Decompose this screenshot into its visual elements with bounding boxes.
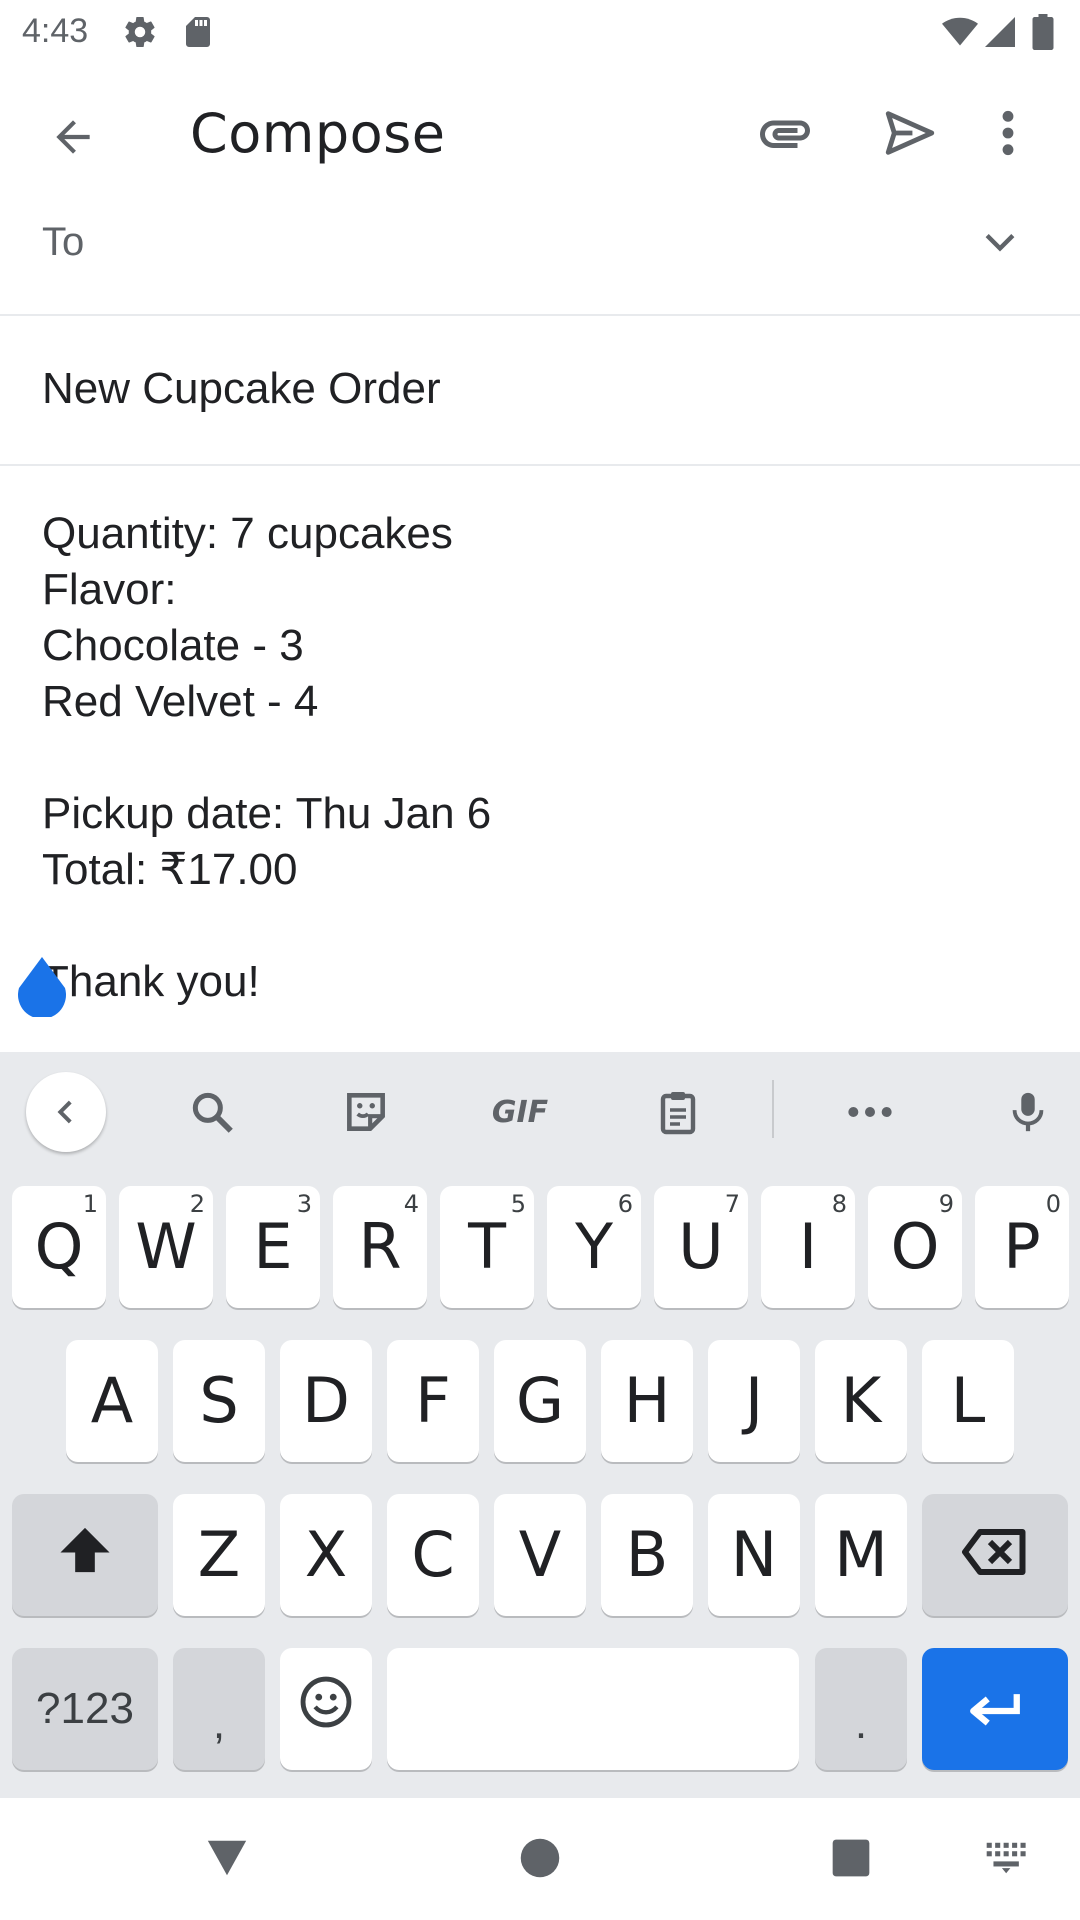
chevron-down-icon[interactable] xyxy=(978,220,1034,266)
subject-value: New Cupcake Order xyxy=(42,364,441,413)
emoji-key[interactable] xyxy=(280,1648,372,1770)
wifi-icon xyxy=(940,14,980,50)
to-label: To xyxy=(42,220,85,264)
body-line: Pickup date: Thu Jan 6 xyxy=(42,789,492,838)
key-q[interactable]: 1Q xyxy=(12,1186,106,1308)
to-field[interactable]: To xyxy=(0,200,1080,316)
mic-icon[interactable] xyxy=(988,1074,1068,1150)
clipboard-icon[interactable] xyxy=(638,1074,718,1150)
subject-field[interactable]: New Cupcake Order xyxy=(0,318,1080,466)
space-key[interactable] xyxy=(387,1648,799,1770)
status-bar: 4:43 xyxy=(0,0,1080,64)
back-triangle-icon[interactable] xyxy=(192,1828,262,1888)
emoji-icon xyxy=(297,1673,355,1746)
key-n[interactable]: N xyxy=(708,1494,800,1616)
sticker-icon[interactable] xyxy=(326,1074,406,1150)
status-time: 4:43 xyxy=(22,12,89,50)
key-a[interactable]: A xyxy=(66,1340,158,1462)
backspace-icon xyxy=(960,1519,1030,1592)
symbols-key[interactable]: ?123 xyxy=(12,1648,158,1770)
key-p[interactable]: 0P xyxy=(975,1186,1069,1308)
body-line xyxy=(42,730,1042,786)
key-x[interactable]: X xyxy=(280,1494,372,1616)
key-o[interactable]: 9O xyxy=(868,1186,962,1308)
key-c[interactable]: C xyxy=(387,1494,479,1616)
body-line: Red Velvet - 4 xyxy=(42,677,319,726)
back-chevron-icon[interactable] xyxy=(26,1072,106,1152)
key-i[interactable]: 8I xyxy=(761,1186,855,1308)
battery-icon xyxy=(1030,14,1060,50)
key-m[interactable]: M xyxy=(815,1494,907,1616)
key-t[interactable]: 5T xyxy=(440,1186,534,1308)
more-vert-icon[interactable] xyxy=(978,88,1038,178)
key-b[interactable]: B xyxy=(601,1494,693,1616)
keyboard-switch-icon[interactable] xyxy=(972,1828,1042,1888)
key-h[interactable]: H xyxy=(601,1340,693,1462)
body-line: Total: ₹17.00 xyxy=(42,845,298,894)
enter-key[interactable] xyxy=(922,1648,1068,1770)
search-icon[interactable] xyxy=(172,1074,252,1150)
backspace-key[interactable] xyxy=(922,1494,1068,1616)
signal-icon xyxy=(982,14,1022,50)
send-icon[interactable] xyxy=(865,88,955,178)
home-circle-icon[interactable] xyxy=(505,1828,575,1888)
key-g[interactable]: G xyxy=(494,1340,586,1462)
toolbar-divider xyxy=(772,1080,774,1138)
body-line xyxy=(42,898,1042,954)
period-key[interactable]: . xyxy=(815,1648,907,1770)
key-d[interactable]: D xyxy=(280,1340,372,1462)
key-e[interactable]: 3E xyxy=(226,1186,320,1308)
enter-icon xyxy=(966,1673,1024,1746)
body-line: Thank you! xyxy=(42,957,260,1006)
key-k[interactable]: K xyxy=(815,1340,907,1462)
key-z[interactable]: Z xyxy=(173,1494,265,1616)
gif-icon[interactable]: GIF xyxy=(470,1074,570,1150)
back-arrow-icon[interactable] xyxy=(28,92,118,182)
keyboard-toolbar: GIF xyxy=(0,1052,1080,1170)
keyboard: GIF 1Q 2W 3E 4R 5T 6Y 7U 8I 9O 0P A S D … xyxy=(0,1052,1080,1798)
key-l[interactable]: L xyxy=(922,1340,1014,1462)
key-f[interactable]: F xyxy=(387,1340,479,1462)
key-u[interactable]: 7U xyxy=(654,1186,748,1308)
recents-square-icon[interactable] xyxy=(816,1828,886,1888)
message-body[interactable]: Quantity: 7 cupcakes Flavor: Chocolate -… xyxy=(42,506,1042,1010)
key-s[interactable]: S xyxy=(173,1340,265,1462)
more-horiz-icon[interactable] xyxy=(830,1074,910,1150)
app-bar: Compose xyxy=(0,64,1080,210)
page-title: Compose xyxy=(190,102,446,165)
key-y[interactable]: 6Y xyxy=(547,1186,641,1308)
settings-icon xyxy=(120,14,160,50)
shift-key[interactable] xyxy=(12,1494,158,1616)
body-line: Quantity: 7 cupcakes xyxy=(42,509,453,558)
body-line: Flavor: xyxy=(42,565,177,614)
key-w[interactable]: 2W xyxy=(119,1186,213,1308)
text-cursor-handle[interactable] xyxy=(15,955,69,1019)
key-r[interactable]: 4R xyxy=(333,1186,427,1308)
body-line: Chocolate - 3 xyxy=(42,621,304,670)
key-j[interactable]: J xyxy=(708,1340,800,1462)
shift-icon xyxy=(55,1519,115,1592)
sd-card-icon xyxy=(178,14,218,50)
comma-key[interactable]: , xyxy=(173,1648,265,1770)
navigation-bar xyxy=(0,1798,1080,1920)
attach-icon[interactable] xyxy=(740,88,830,178)
key-v[interactable]: V xyxy=(494,1494,586,1616)
